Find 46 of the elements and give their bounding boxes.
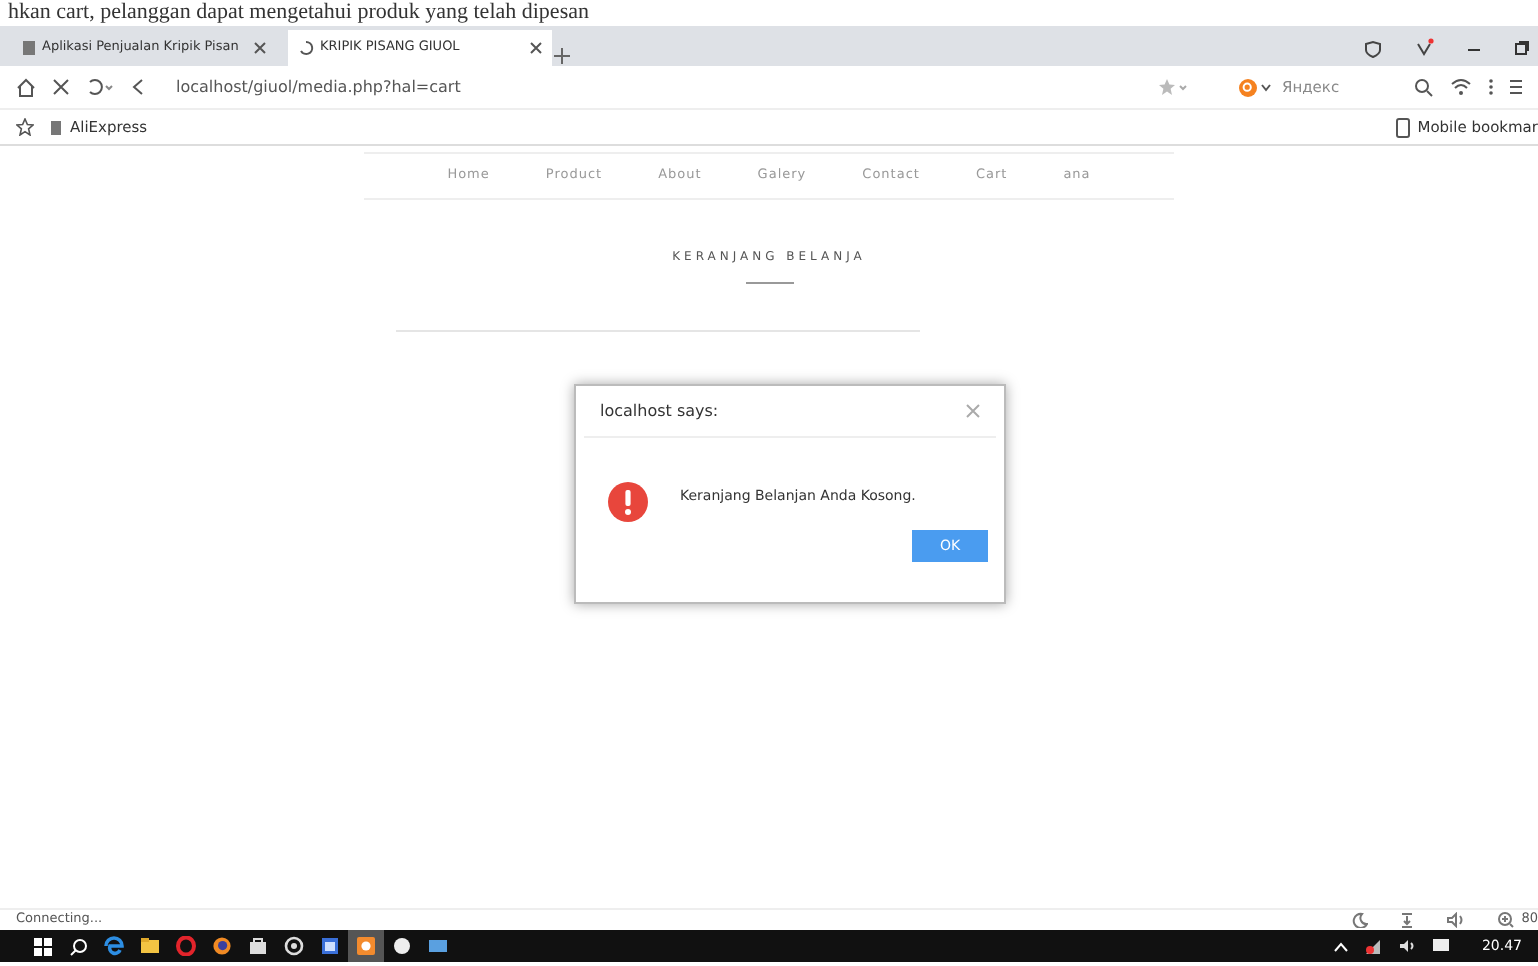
ball-icon <box>392 936 412 956</box>
caption-text: hkan cart, pelanggan dapat mengetahui produk yang telah dipesan <box>6 0 591 26</box>
message-icon[interactable] <box>1431 938 1450 954</box>
taskbar-app[interactable] <box>348 930 384 962</box>
page-icon <box>22 40 36 56</box>
loading-icon <box>298 40 314 56</box>
dialog-title: localhost says: <box>600 399 721 423</box>
shield-icon[interactable] <box>1364 39 1382 57</box>
close-icon[interactable] <box>254 42 266 54</box>
bag-icon <box>248 936 268 956</box>
new-tab-icon[interactable] <box>552 46 572 66</box>
menu-icon[interactable] <box>1510 78 1522 96</box>
star-icon[interactable] <box>1158 78 1190 96</box>
page-icon <box>50 119 62 135</box>
opera-icon <box>176 936 196 956</box>
url-field[interactable]: localhost/giuol/media.php?hal=cart <box>176 75 461 99</box>
heading-underline <box>745 282 793 284</box>
windows-icon <box>33 937 51 955</box>
bookmark-star-icon[interactable] <box>16 118 34 136</box>
search-icon[interactable] <box>1414 77 1434 97</box>
search-engine-icon <box>1238 77 1274 97</box>
phone-icon <box>1395 117 1410 137</box>
more-icon[interactable] <box>1488 78 1494 96</box>
window-icon <box>320 936 340 956</box>
close-icon[interactable] <box>52 78 70 96</box>
error-icon <box>608 482 648 522</box>
close-icon[interactable] <box>530 42 542 54</box>
network-icon[interactable] <box>1363 938 1382 954</box>
moon-icon[interactable] <box>1351 912 1368 928</box>
globe-icon <box>212 936 232 956</box>
mail-icon <box>428 936 448 956</box>
folder-icon <box>140 936 160 956</box>
zoom-icon[interactable] <box>1497 912 1514 928</box>
back-icon[interactable] <box>130 78 144 96</box>
edge-icon <box>104 936 124 956</box>
undo-icon[interactable] <box>86 78 114 96</box>
home-icon[interactable] <box>16 77 36 97</box>
wifi-icon[interactable] <box>1450 78 1472 96</box>
search-icon <box>69 937 87 955</box>
disc-icon <box>284 936 304 956</box>
restore-icon[interactable] <box>1514 40 1530 56</box>
chevron-up-icon[interactable] <box>1333 941 1348 951</box>
download-icon[interactable] <box>1399 912 1414 928</box>
volume-icon[interactable] <box>1397 938 1416 954</box>
speaker-icon[interactable] <box>1445 912 1466 928</box>
paint-icon <box>356 936 376 956</box>
